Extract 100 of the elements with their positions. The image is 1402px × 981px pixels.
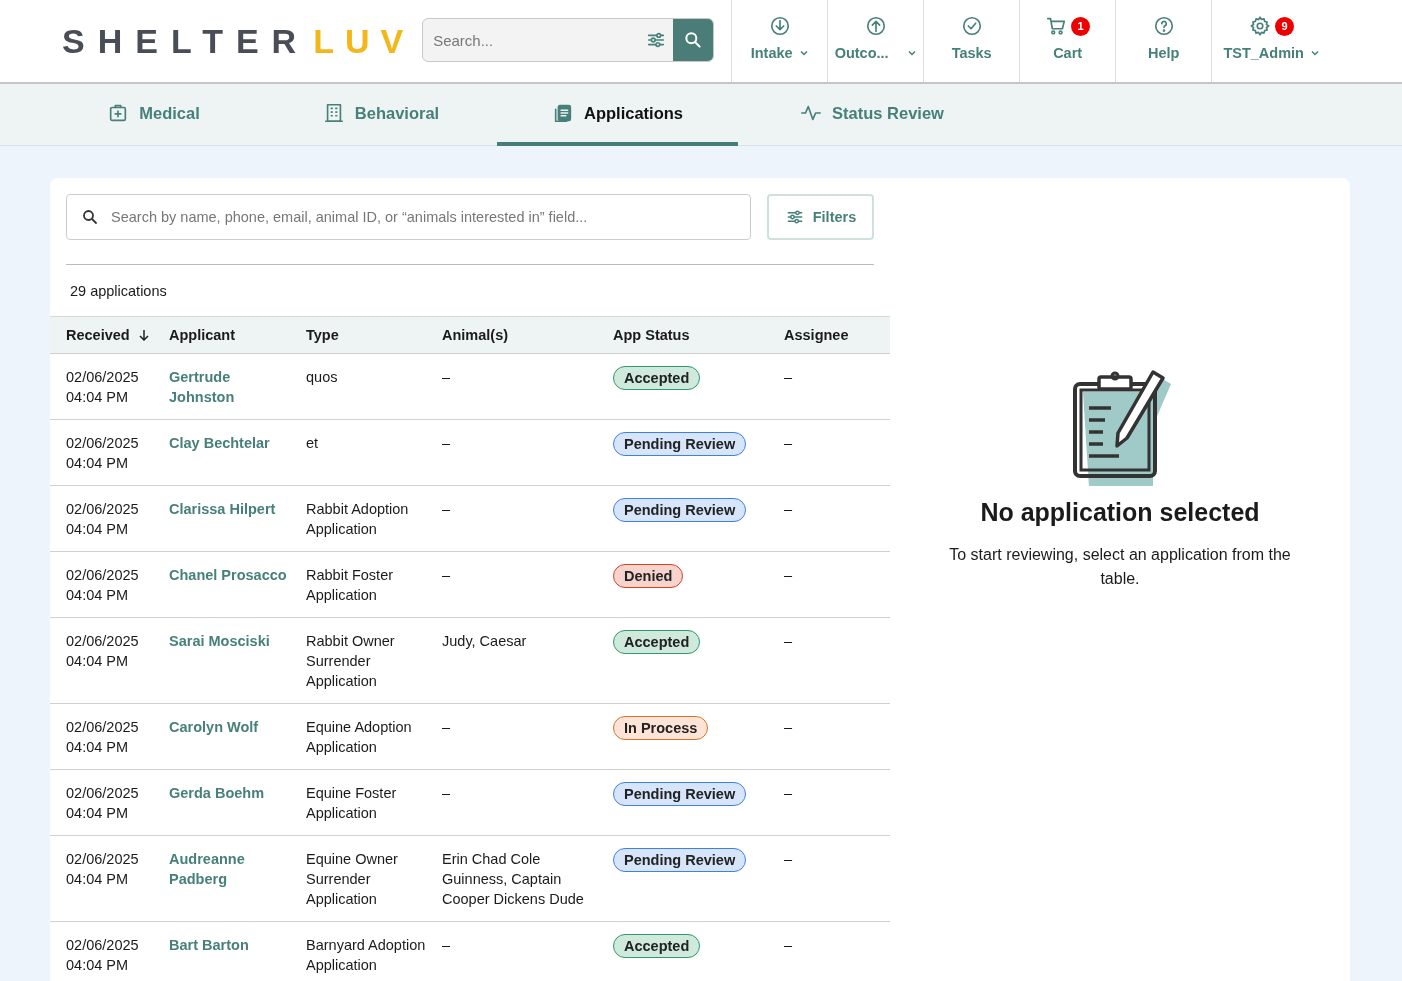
applicant-link[interactable]: Bart Barton (169, 935, 294, 955)
status-badge: Accepted (613, 630, 701, 654)
search-bar[interactable]: Search... (422, 18, 715, 62)
table-cell-text: Rabbit Owner Surrender Application (306, 632, 396, 691)
nav-label: TST_Admin (1223, 45, 1304, 61)
status-badge: Denied (613, 564, 684, 588)
table-cell-text: Rabbit Adoption Application (306, 500, 410, 539)
status-badge: Pending Review (613, 498, 747, 522)
date-cell-text: 02/06/2025 04:04 PM (66, 500, 140, 539)
date-cell-text: 02/06/2025 04:04 PM (66, 850, 140, 889)
tab[interactable]: Applications (497, 84, 738, 146)
caret-icon (1309, 48, 1320, 58)
date-cell-text: 02/06/2025 04:04 PM (66, 566, 140, 605)
table-cell-text: Equine Owner Surrender Application (306, 850, 399, 909)
table-cell-text: – (784, 500, 794, 519)
sort-arrow-icon (137, 329, 150, 341)
tab[interactable]: Medical (42, 84, 265, 146)
table-cell-text: – (784, 368, 794, 387)
count-badge: 1 (1071, 16, 1091, 36)
date-cell-text: 02/06/2025 04:04 PM (66, 632, 140, 671)
tab[interactable]: Behavioral (265, 84, 497, 146)
result-count: 29 applications (69, 282, 168, 301)
search-field[interactable]: Search... (423, 19, 646, 61)
status-badge: In Process (613, 716, 709, 740)
applicant-link[interactable]: Chanel Prosacco (169, 565, 294, 585)
table-cell-text: – (784, 566, 794, 585)
table-cell-text: Barnyard Adoption Application (306, 936, 427, 975)
applicant-link[interactable]: Gertrude Johnston (169, 367, 294, 407)
nav-label: Intake (750, 45, 793, 61)
table-cell-text: – (784, 936, 794, 955)
column-header[interactable]: App Status (613, 325, 784, 345)
table-cell-text: – (784, 718, 794, 737)
applicant-link[interactable]: Clarissa Hilpert (169, 499, 294, 519)
download-circle-icon (768, 15, 791, 37)
nav-label: Outco... (834, 45, 889, 61)
status-badge: Accepted (613, 934, 701, 958)
nav-label: Help (1147, 45, 1180, 61)
search-button[interactable] (673, 19, 714, 61)
date-cell-text: 02/06/2025 04:04 PM (66, 368, 140, 407)
logo-text: LUV (313, 21, 415, 61)
date-cell-text: 02/06/2025 04:04 PM (66, 434, 140, 473)
table-cell-text: Judy, Caesar (442, 632, 528, 651)
table-cell-text: Erin Chad Cole Guinness, Captain Cooper Dickens Dude (442, 850, 585, 909)
table-cell-text: – (784, 632, 794, 651)
table-cell-text: – (784, 850, 794, 869)
table-cell-text: – (442, 718, 452, 737)
empty-state-title: No application selected (980, 498, 1260, 527)
applicant-link[interactable]: Clay Bechtelar (169, 433, 294, 453)
column-header[interactable]: Assignee (784, 325, 890, 345)
table-cell-text: Equine Adoption Application (306, 718, 413, 757)
nav-item[interactable]: Tasks (923, 0, 1020, 82)
applicant-link[interactable]: Sarai Mosciski (169, 631, 294, 651)
nav-item[interactable]: Intake (731, 0, 828, 82)
table-cell-text: – (784, 784, 794, 803)
date-cell-text: 02/06/2025 04:04 PM (66, 784, 140, 823)
nav-item[interactable]: 1 Cart (1019, 0, 1116, 82)
table-cell-text: Rabbit Foster Application (306, 566, 395, 605)
status-badge: Accepted (613, 366, 701, 390)
table-cell-text: – (442, 500, 452, 519)
logo-text: SHELTER (62, 21, 310, 61)
nav-item[interactable]: 9 TST_Admin (1211, 0, 1332, 82)
nav-item[interactable]: Outco... (827, 0, 924, 82)
nav-label: Cart (1053, 45, 1083, 61)
building-icon (322, 102, 345, 124)
column-header[interactable]: Received (66, 325, 169, 345)
caret-icon (798, 48, 809, 58)
nav-label: Tasks (951, 45, 992, 61)
status-badge: Pending Review (613, 782, 747, 806)
search-icon (683, 30, 704, 50)
caret-icon (906, 48, 917, 58)
empty-state-message: To start reviewing, select an application from the table. (948, 545, 1292, 589)
table-cell-text: quos (306, 368, 339, 387)
tab[interactable]: Status Review (738, 84, 1006, 146)
cart-icon (1045, 15, 1068, 37)
search-icon (81, 208, 99, 226)
applicant-link[interactable]: Audreanne Padberg (169, 849, 294, 889)
help-icon (1152, 15, 1175, 37)
applicant-link[interactable]: Carolyn Wolf (169, 717, 294, 737)
settings-icon (1249, 15, 1272, 37)
table-cell-text: – (442, 566, 452, 585)
table-cell-text: – (442, 784, 452, 803)
date-cell-text: 02/06/2025 04:04 PM (66, 718, 140, 757)
column-header[interactable]: Applicant (169, 325, 306, 345)
upload-circle-icon (864, 15, 887, 37)
count-badge: 9 (1275, 16, 1295, 36)
table-cell-text: et (306, 434, 320, 453)
search-bar[interactable]: Search by name, phone, email, animal ID, or “animals interested in” field... (66, 194, 751, 240)
nav-item[interactable]: Help (1115, 0, 1212, 82)
table-cell-text: Equine Foster Application (306, 784, 398, 823)
table-cell-text: – (784, 434, 794, 453)
status-badge: Pending Review (613, 432, 747, 456)
table-cell-text: – (442, 434, 452, 453)
column-header[interactable]: Animal(s) (442, 325, 613, 345)
check-circle-icon (960, 15, 983, 37)
filters-button[interactable]: Filters (767, 194, 874, 240)
status-badge: Pending Review (613, 848, 747, 872)
column-header[interactable]: Type (306, 325, 442, 345)
table-cell-text: – (442, 368, 452, 387)
date-cell-text: 02/06/2025 04:04 PM (66, 936, 140, 975)
applicant-link[interactable]: Gerda Boehm (169, 783, 294, 803)
